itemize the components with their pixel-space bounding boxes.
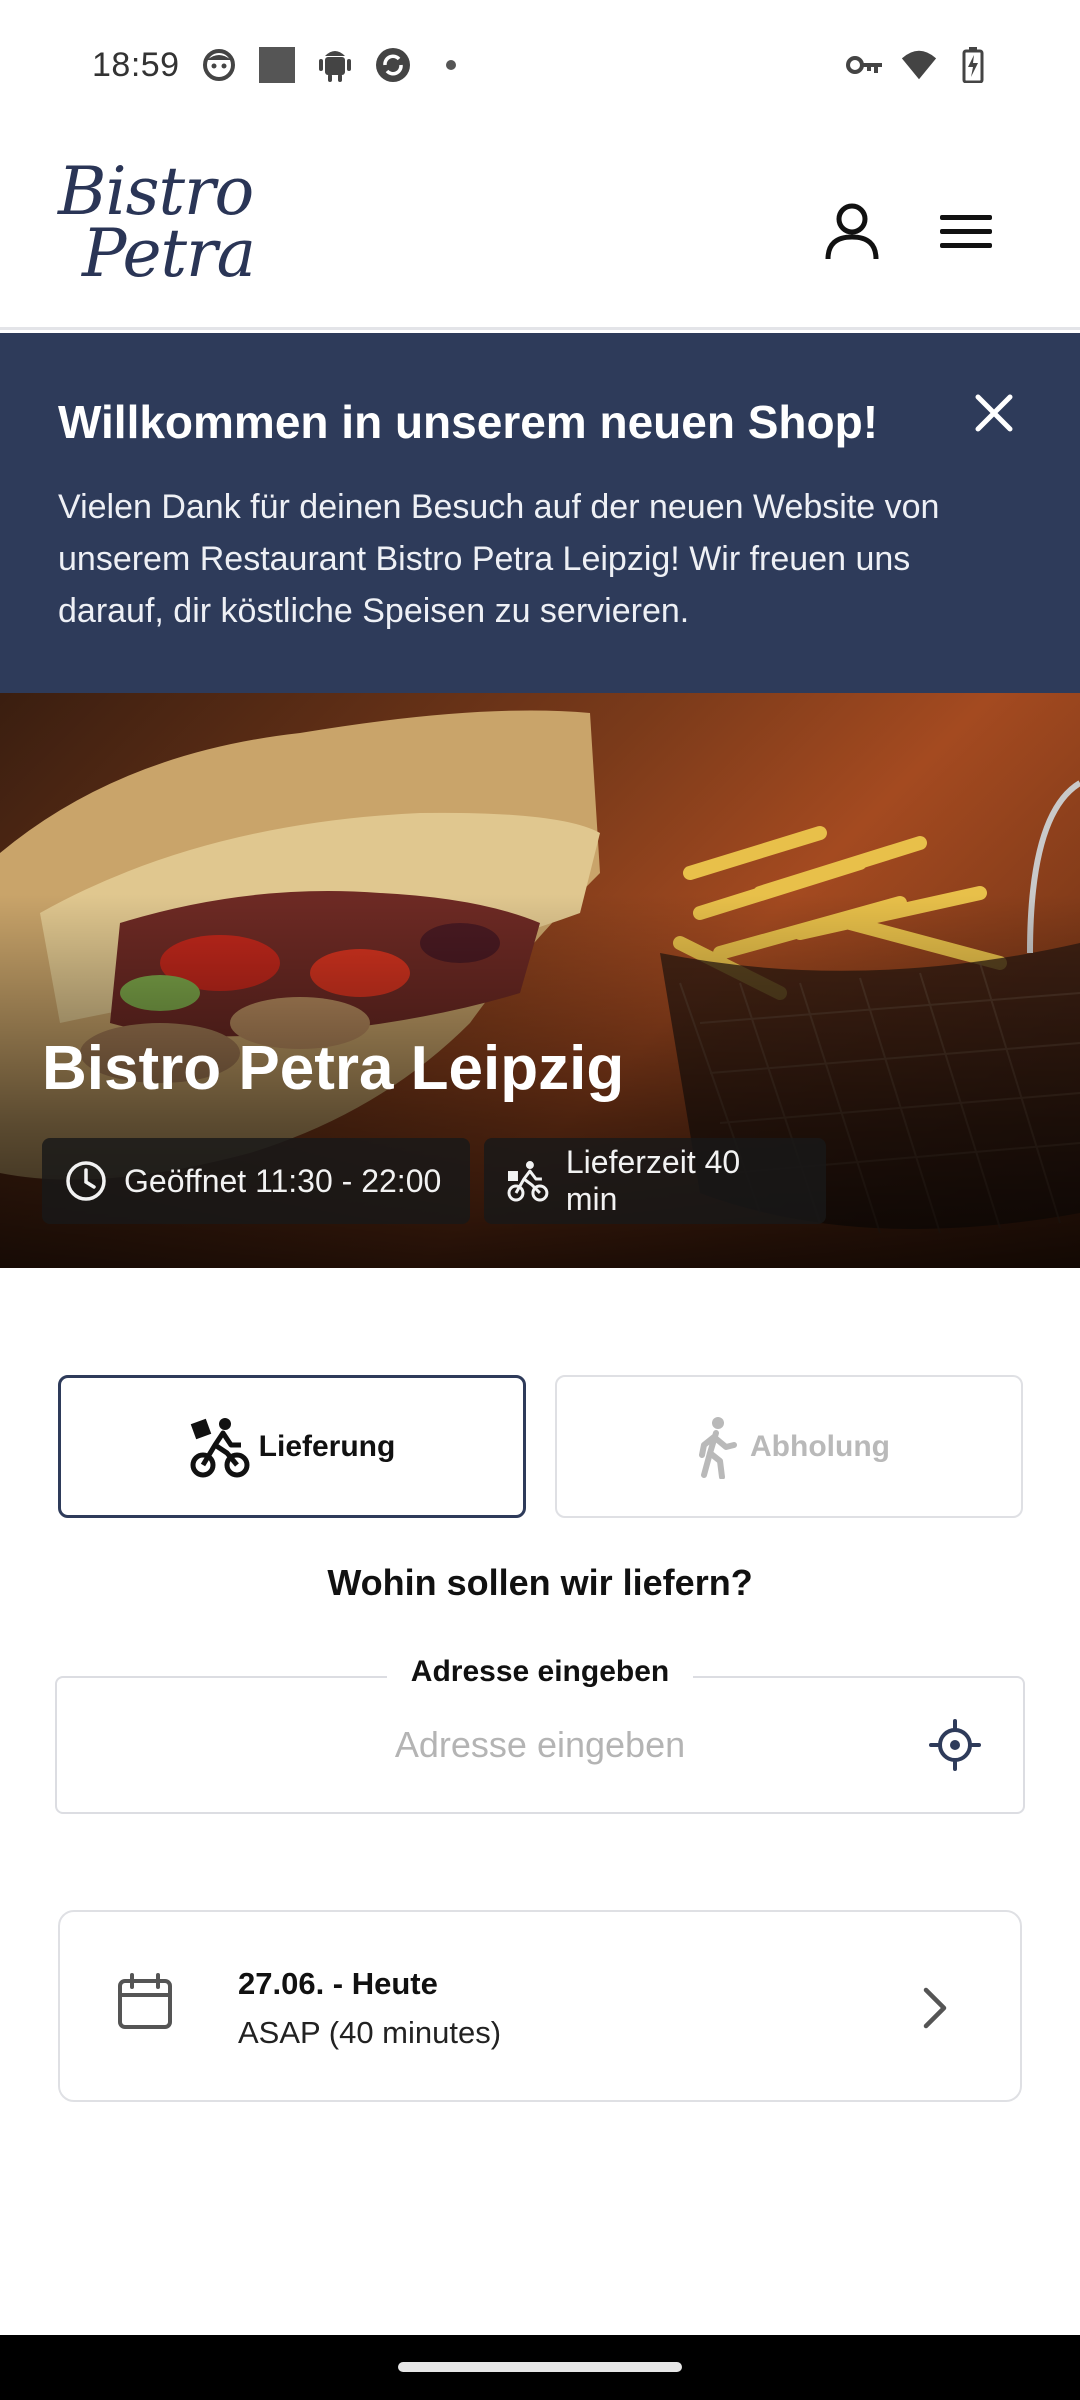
bistro-petra-logo[interactable]: Bistro Petra bbox=[58, 153, 268, 301]
restaurant-name: Bistro Petra Leipzig bbox=[42, 1034, 625, 1103]
status-bar: 18:59 bbox=[0, 0, 1080, 135]
pickup-label: Abholung bbox=[750, 1429, 890, 1463]
schedule-card[interactable] bbox=[58, 1910, 1022, 2102]
square-icon bbox=[258, 46, 296, 84]
delivery-time-text: Lieferzeit 40 min bbox=[565, 1144, 741, 1217]
dot-icon bbox=[432, 46, 470, 84]
app-header: Bistro Petra bbox=[0, 135, 1080, 330]
sync-icon bbox=[374, 46, 412, 84]
bike-courier-icon bbox=[507, 1161, 549, 1202]
wifi-icon bbox=[900, 46, 938, 84]
banner-title: Willkommen in unserem neuen Shop! bbox=[58, 396, 879, 448]
delivery-toggle-button[interactable]: Lieferung bbox=[58, 1375, 526, 1518]
bike-courier-icon bbox=[190, 1417, 250, 1477]
welcome-banner: Willkommen in unserem neuen Shop! Vielen… bbox=[0, 333, 1080, 693]
schedule-time: ASAP (40 minutes) bbox=[238, 2015, 502, 2050]
key-icon bbox=[846, 46, 884, 84]
close-icon bbox=[975, 394, 1013, 432]
pickup-toggle-button[interactable]: Abholung bbox=[555, 1375, 1023, 1518]
crosshair-icon bbox=[929, 1719, 981, 1771]
clock-icon bbox=[66, 1161, 106, 1201]
menu-icon bbox=[940, 215, 992, 248]
account-icon bbox=[825, 203, 879, 260]
banner-text: Vielen Dank für deinen Besuch auf der ne… bbox=[58, 488, 940, 630]
opening-hours-chip: Geöffnet 11:30 - 22:00 bbox=[42, 1138, 470, 1224]
locate-me-button[interactable] bbox=[928, 1718, 982, 1772]
hero-section: Bistro Petra Leipzig Geöffnet 11:30 - 22… bbox=[0, 693, 1080, 1268]
logo-line-2: Petra bbox=[82, 215, 256, 292]
delivery-time-chip: Lieferzeit 40 min bbox=[484, 1138, 826, 1224]
calendar-icon bbox=[114, 1971, 176, 2033]
android-icon bbox=[316, 46, 354, 84]
account-button[interactable] bbox=[816, 195, 888, 267]
home-gesture-handle[interactable] bbox=[398, 2362, 682, 2372]
walking-person-icon bbox=[699, 1416, 738, 1479]
logo-line-1: Bistro bbox=[58, 153, 254, 230]
opening-hours-text: Geöffnet 11:30 - 22:00 bbox=[124, 1162, 442, 1199]
status-icons-right bbox=[846, 46, 992, 84]
delivery-question: Wohin sollen wir liefern? bbox=[327, 1562, 753, 1603]
address-input[interactable] bbox=[120, 1713, 960, 1777]
battery-charging-icon bbox=[954, 46, 992, 84]
delivery-label: Lieferung bbox=[258, 1429, 396, 1463]
address-field-label: Adresse eingeben bbox=[0, 1655, 1080, 1689]
banner-close-button[interactable] bbox=[966, 385, 1022, 441]
address-legend-text: Adresse eingeben bbox=[386, 1655, 694, 1688]
status-time: 18:59 bbox=[92, 46, 180, 84]
face-icon bbox=[200, 46, 238, 84]
chevron-right-icon bbox=[910, 1982, 958, 2034]
status-icons-left bbox=[200, 46, 470, 84]
schedule-date: 27.06. - Heute bbox=[238, 1966, 438, 2001]
menu-button[interactable] bbox=[930, 195, 1002, 267]
